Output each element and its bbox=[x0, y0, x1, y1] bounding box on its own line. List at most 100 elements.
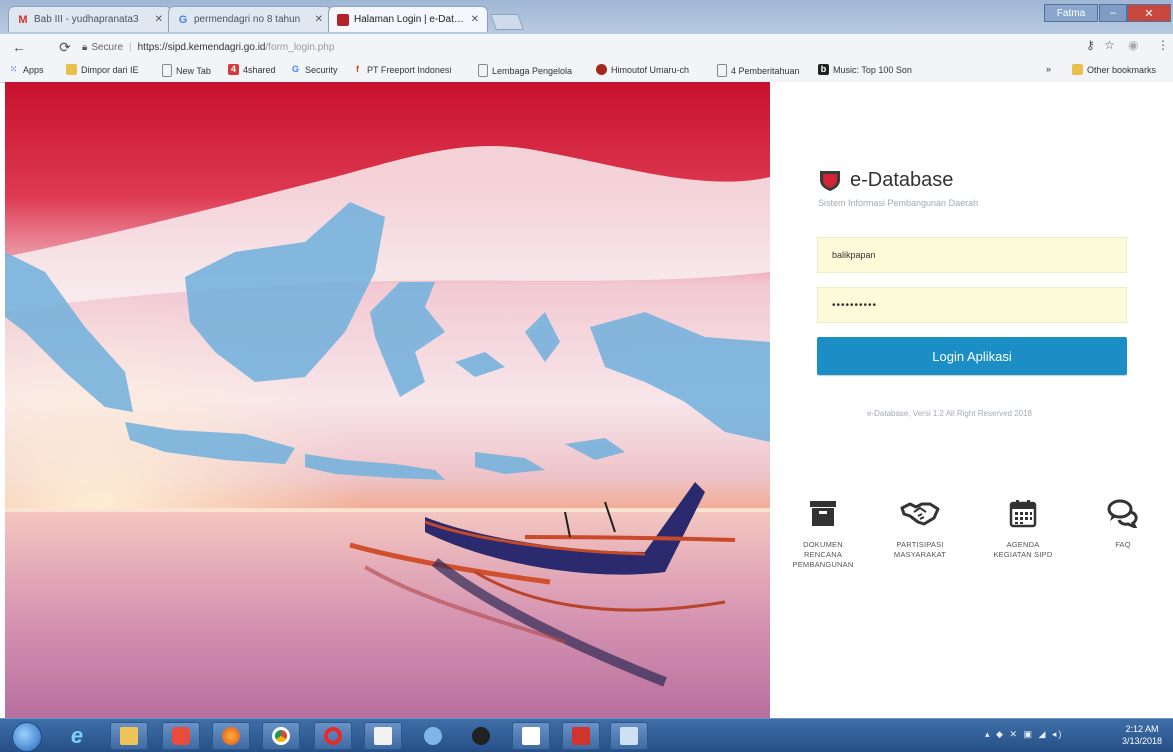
page-icon bbox=[162, 64, 172, 77]
taskbar-chrome[interactable] bbox=[262, 722, 300, 750]
archive-box-icon bbox=[810, 501, 836, 526]
bookmark-apps[interactable]: ⁙ Apps bbox=[8, 64, 44, 75]
taskbar-explorer[interactable] bbox=[110, 722, 148, 750]
clock-time: 2:12 AM bbox=[1125, 724, 1159, 734]
back-arrow-icon[interactable]: ← bbox=[10, 38, 28, 56]
taskbar-pdf[interactable] bbox=[562, 722, 600, 750]
menu-agenda[interactable]: AGENDA KEGIATAN SIPD bbox=[977, 496, 1069, 560]
sipd-favicon-icon bbox=[337, 13, 349, 26]
secure-label: Secure bbox=[91, 41, 124, 53]
menu-faq[interactable]: FAQ bbox=[1077, 496, 1169, 550]
password-input[interactable]: •••••••••• bbox=[817, 287, 1127, 323]
bookmark-label: 4shared bbox=[243, 64, 276, 75]
4shared-icon: 4 bbox=[228, 64, 239, 75]
reload-icon[interactable]: ⟳ bbox=[56, 38, 74, 56]
bookmark-pemberitahuan[interactable]: 4 Pemberitahuan bbox=[717, 64, 800, 77]
chrome-icon bbox=[272, 727, 290, 745]
clock-date: 3/13/2018 bbox=[1122, 736, 1163, 746]
close-tab-icon[interactable]: ✕ bbox=[471, 14, 479, 25]
close-window-button[interactable]: ✕ bbox=[1127, 4, 1171, 22]
menu-dots-icon[interactable]: ⋮ bbox=[1157, 38, 1169, 52]
bookmarks-overflow[interactable]: » bbox=[1046, 64, 1051, 74]
taskbar-word[interactable] bbox=[512, 722, 550, 750]
folder-icon bbox=[66, 64, 77, 75]
taskbar-notes[interactable] bbox=[364, 722, 402, 750]
lock-icon: 🔒︎ bbox=[82, 41, 88, 53]
bookmark-newtab[interactable]: New Tab bbox=[162, 64, 211, 77]
star-icon[interactable]: ☆ bbox=[1104, 38, 1115, 52]
taskbar-firefox[interactable] bbox=[212, 722, 250, 750]
close-tab-icon[interactable]: ✕ bbox=[155, 14, 163, 25]
menu-label-line1: DOKUMEN bbox=[803, 540, 843, 549]
bookmark-music[interactable]: b Music: Top 100 Son bbox=[818, 64, 912, 75]
new-tab-button[interactable] bbox=[490, 14, 524, 30]
profile-button[interactable]: Fatma bbox=[1044, 4, 1098, 22]
tab-title: Halaman Login | e-Datab bbox=[354, 14, 465, 25]
menu-label-line1: PARTISIPASI bbox=[896, 540, 944, 549]
close-tab-icon[interactable]: ✕ bbox=[315, 14, 323, 25]
internet-explorer-icon: e bbox=[70, 723, 84, 748]
key-icon[interactable]: ⚷ bbox=[1086, 38, 1095, 52]
hexagon-app-icon bbox=[472, 727, 490, 745]
menu-label-line2: RENCANA bbox=[803, 550, 843, 559]
address-separator: | bbox=[129, 41, 132, 53]
bookmark-freeport[interactable]: f PT Freeport Indonesi bbox=[352, 64, 451, 75]
username-input[interactable]: balikpapan bbox=[817, 237, 1127, 273]
menu-partisipasi[interactable]: PARTISIPASI MASYARAKAT bbox=[874, 496, 966, 560]
google-icon: G bbox=[291, 64, 299, 74]
menu-label-line3: PEMBANGUNAN bbox=[792, 560, 854, 569]
tab-gmail[interactable]: M Bab III - yudhapranata3 ✕ bbox=[8, 6, 172, 32]
tab-login-page[interactable]: Halaman Login | e-Datab ✕ bbox=[328, 6, 488, 32]
login-panel: e-Database Sistem Informasi Pembangunan … bbox=[770, 82, 1173, 718]
minimize-button[interactable]: – bbox=[1099, 4, 1127, 22]
freeport-icon: f bbox=[356, 64, 359, 74]
start-button[interactable] bbox=[12, 722, 42, 752]
music-icon: b bbox=[818, 64, 829, 75]
folder-icon bbox=[1072, 64, 1083, 75]
system-tray-icons[interactable]: ▴ ◆ ✕ ▣ ◢ ◂) bbox=[985, 729, 1063, 740]
taskbar-ie[interactable]: e bbox=[58, 722, 96, 750]
extension-icon[interactable]: ◉ bbox=[1128, 38, 1138, 52]
url-host: https://sipd.kemendagri.go.id bbox=[137, 41, 266, 53]
taskbar-media[interactable] bbox=[162, 722, 200, 750]
bookmarks-bar: ⁙ Apps Dimpor dari IE New Tab 4 4shared … bbox=[0, 60, 1173, 83]
page-icon bbox=[717, 64, 727, 77]
menu-label-line2: KEGIATAN SIPD bbox=[993, 550, 1053, 559]
other-bookmarks[interactable]: Other bookmarks bbox=[1072, 64, 1156, 75]
taskbar-opera[interactable] bbox=[314, 722, 352, 750]
bookmark-label: New Tab bbox=[176, 65, 211, 76]
menu-label-line1: FAQ bbox=[1115, 540, 1131, 549]
calendar-icon bbox=[1009, 500, 1037, 528]
bookmark-label: Lembaga Pengelola bbox=[492, 65, 573, 76]
login-button[interactable]: Login Aplikasi bbox=[817, 337, 1127, 375]
bookmark-label: Music: Top 100 Son bbox=[833, 64, 912, 75]
tab-google-search[interactable]: G permendagri no 8 tahun ✕ bbox=[168, 6, 332, 32]
bookmark-label: Apps bbox=[23, 64, 44, 75]
taskbar-app[interactable] bbox=[414, 722, 452, 750]
app-subtitle: Sistem Informasi Pembangunan Daerah bbox=[818, 198, 979, 208]
media-player-icon bbox=[172, 727, 190, 745]
chat-bubbles-icon bbox=[1107, 499, 1138, 528]
bookmark-label: PT Freeport Indonesi bbox=[367, 64, 452, 75]
taskbar-clock[interactable]: 2:12 AM 3/13/2018 bbox=[1122, 723, 1162, 747]
window-icon bbox=[620, 727, 638, 745]
bookmark-label: Himoutof Umaru-ch bbox=[611, 64, 690, 75]
bookmark-label: Dimpor dari IE bbox=[81, 64, 139, 75]
firefox-icon bbox=[222, 727, 240, 745]
bookmark-lembaga[interactable]: Lembaga Pengelola bbox=[478, 64, 572, 77]
address-bar[interactable]: 🔒︎ Secure | https://sipd.kemendagri.go.i… bbox=[82, 38, 1092, 56]
bookmark-label: Other bookmarks bbox=[1087, 64, 1157, 75]
taskbar-window[interactable] bbox=[610, 722, 648, 750]
bookmark-folder[interactable]: Dimpor dari IE bbox=[66, 64, 139, 75]
taskbar-hex-app[interactable] bbox=[462, 722, 500, 750]
bookmark-4shared[interactable]: 4 4shared bbox=[228, 64, 276, 75]
pdf-icon bbox=[572, 727, 590, 745]
bookmark-security[interactable]: G Security bbox=[290, 64, 338, 75]
url-path: /form_login.php bbox=[265, 41, 335, 53]
bookmark-label: 4 Pemberitahuan bbox=[731, 65, 800, 76]
notepad-icon bbox=[374, 727, 392, 745]
handshake-icon bbox=[900, 502, 940, 526]
bookmark-himoutof[interactable]: Himoutof Umaru-ch bbox=[596, 64, 689, 75]
menu-dokumen-rencana[interactable]: DOKUMEN RENCANA PEMBANGUNAN bbox=[777, 496, 869, 570]
tab-title: Bab III - yudhapranata3 bbox=[34, 14, 139, 25]
